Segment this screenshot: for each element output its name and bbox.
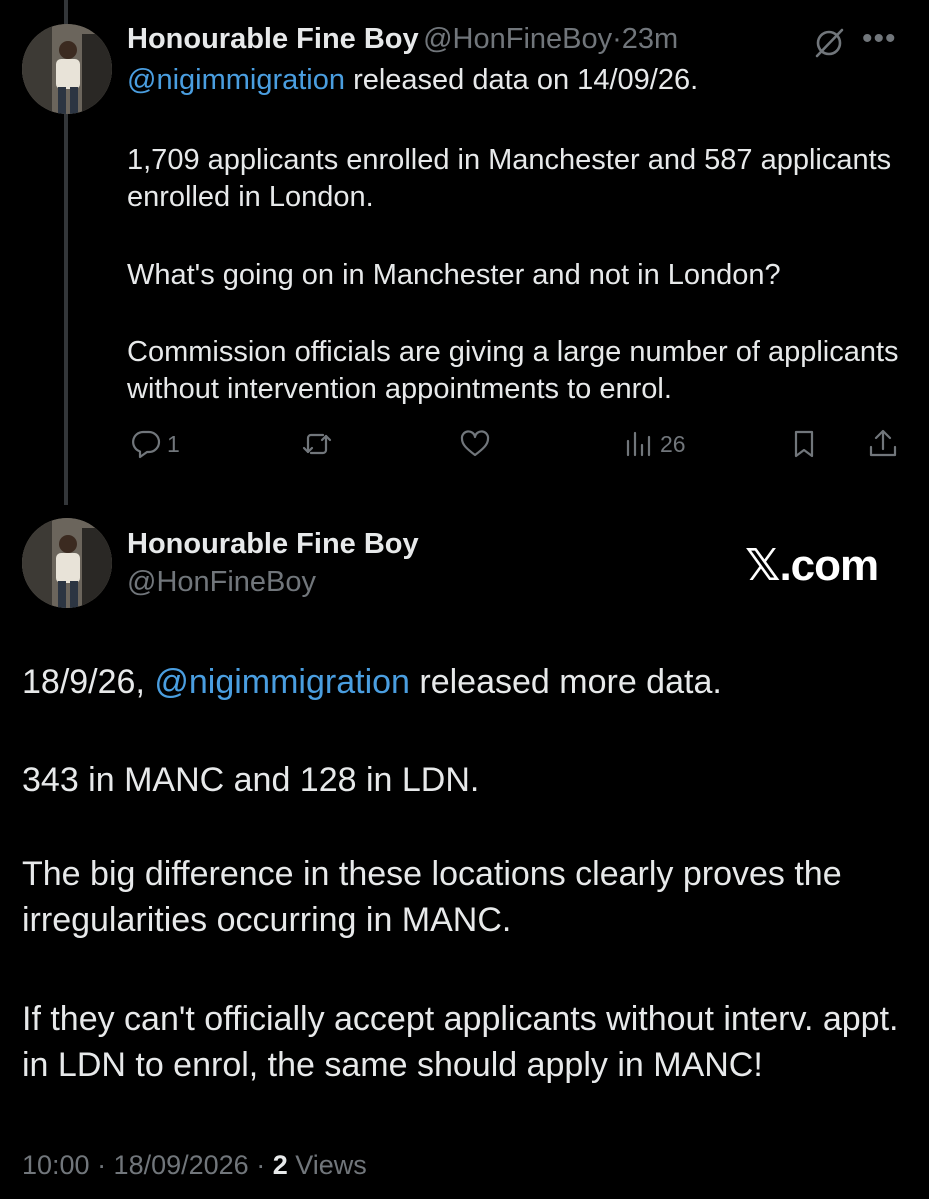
bookmark-icon: [794, 430, 814, 458]
bookmark-button[interactable]: [787, 424, 821, 464]
reply-button[interactable]: 1: [129, 424, 180, 464]
grok-icon[interactable]: [812, 26, 846, 65]
retweet-button[interactable]: [300, 424, 334, 464]
dot-separator: ·: [612, 23, 622, 55]
tweet-header: Honourable Fine Boy @HonFineBoy·23m: [127, 23, 678, 56]
share-icon: [869, 429, 897, 457]
tweet-timestamp[interactable]: 10:00 · 18/09/2026 ·: [22, 1150, 273, 1180]
x-watermark: 𝕏.com: [745, 541, 879, 590]
author-name[interactable]: Honourable Fine Boy: [127, 528, 419, 561]
tweet-text-line1: @nigimmigration released data on 14/09/2…: [127, 62, 907, 99]
views-button[interactable]: 26: [622, 424, 686, 464]
author-handle[interactable]: @HonFineBoy: [423, 23, 612, 55]
reply-icon: [132, 430, 161, 459]
retweet-icon: [302, 433, 332, 455]
author-name[interactable]: Honourable Fine Boy: [127, 23, 419, 55]
avatar-photo: [22, 518, 112, 608]
tweet-text: 18/9/26,: [22, 663, 155, 701]
author-avatar[interactable]: [22, 24, 112, 114]
tweet-paragraph: The big difference in these locations cl…: [22, 855, 842, 939]
author-handle[interactable]: @HonFineBoy: [127, 566, 316, 599]
mention-link[interactable]: @nigimmigration: [127, 64, 345, 96]
tweet-text-line1: 18/9/26, @nigimmigration released more d…: [22, 659, 912, 705]
reply-count: 1: [167, 430, 180, 457]
views-count: 26: [660, 430, 686, 457]
author-avatar[interactable]: [22, 518, 112, 608]
views-number: 2: [272, 1150, 288, 1180]
tweet-time[interactable]: 23m: [622, 23, 678, 55]
avatar-photo: [22, 24, 112, 114]
views-icon: [626, 431, 651, 457]
tweet-text: released data on 14/09/26.: [345, 64, 699, 96]
tweet-paragraph: Commission officials are giving a large …: [127, 336, 899, 405]
tweet-paragraph: If they can't officially accept applican…: [22, 1000, 899, 1084]
tweet-paragraph: 1,709 applicants enrolled in Manchester …: [127, 144, 892, 213]
like-button[interactable]: [458, 424, 492, 464]
views-label: Views: [287, 1150, 367, 1180]
tweet-paragraph: 343 in MANC and 128 in LDN.: [22, 761, 480, 799]
mention-link[interactable]: @nigimmigration: [154, 663, 410, 701]
tweet-footer: 10:00 · 18/09/2026 · 2 Views: [22, 1150, 367, 1181]
more-icon[interactable]: •••: [862, 22, 897, 56]
tweet-text: released more data.: [409, 663, 722, 701]
like-icon: [460, 430, 490, 457]
tweet-paragraph: What's going on in Manchester and not in…: [127, 259, 781, 291]
share-button[interactable]: [866, 424, 900, 464]
